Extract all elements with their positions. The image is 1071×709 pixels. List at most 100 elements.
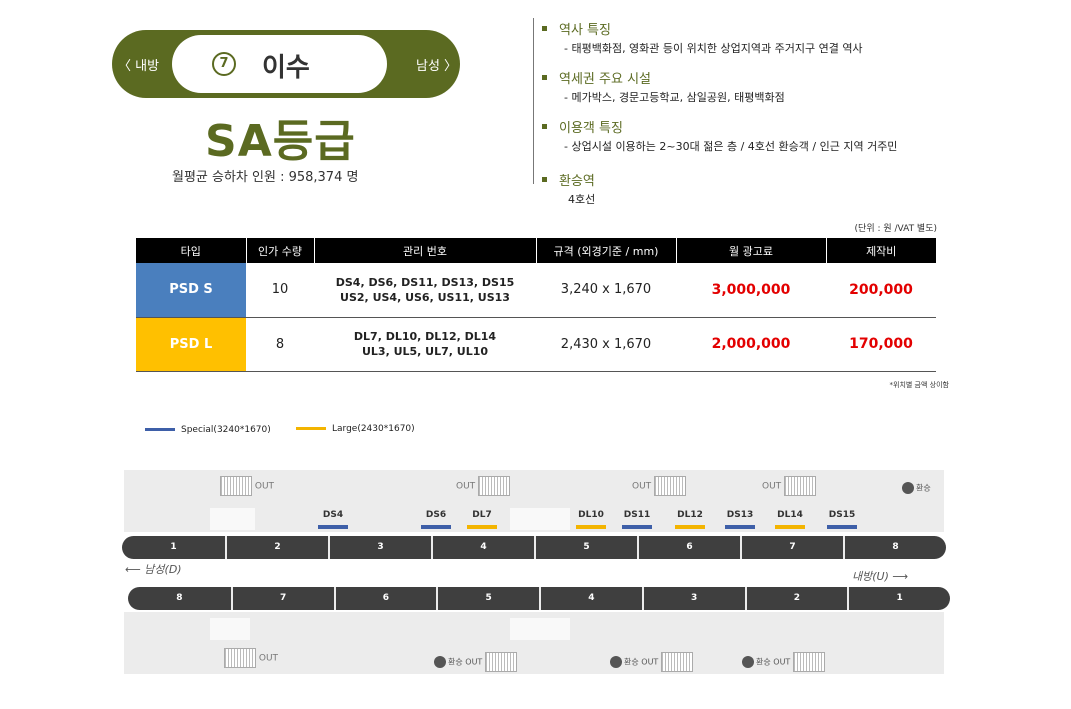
prev-station: 〈 내방 xyxy=(118,59,160,74)
col-header: 월 광고료 xyxy=(675,238,826,263)
ad-marker xyxy=(775,525,805,529)
ad-label: DS13 xyxy=(726,510,754,520)
size-cell: 2,430 x 1,670 xyxy=(536,317,676,372)
transfer-exit-sign: 환승 OUT xyxy=(742,652,825,672)
ad-label: DL10 xyxy=(578,510,604,520)
escalator-icon xyxy=(220,476,252,496)
size-cell: 3,240 x 1,670 xyxy=(536,263,676,318)
direction-down: ⟵ 남성(D) xyxy=(125,563,182,576)
column-block xyxy=(210,508,255,530)
platform-lower: OUT 환승 OUT 환승 OUT 환승 OUT xyxy=(124,612,944,674)
ad-marker xyxy=(467,525,497,529)
info-text: - 상업시설 이용하는 2~30대 젊은 층 / 4호선 환승객 / 인근 지역… xyxy=(564,140,898,153)
exit-sign: OUT xyxy=(224,648,278,668)
mgmt-cell: DL7, DL10, DL12, DL14 UL3, UL5, UL7, UL10 xyxy=(314,317,536,372)
escalator-icon xyxy=(478,476,511,496)
train-car: 7 xyxy=(230,587,334,610)
train-car: 7 xyxy=(740,536,843,559)
escalator-icon xyxy=(784,476,817,496)
ad-label: DS11 xyxy=(623,510,651,520)
col-header: 관리 번호 xyxy=(313,238,536,263)
transfer-icon xyxy=(610,656,622,668)
train-car: 1 xyxy=(847,587,950,610)
train-car: 4 xyxy=(539,587,642,610)
info-title: 환승역 xyxy=(542,170,952,189)
info-title: 역사 특징 xyxy=(542,19,952,38)
footnote: *위치별 금액 상이함 xyxy=(889,381,949,389)
train-car: 4 xyxy=(431,536,534,559)
table-row: PSD L 8 DL7, DL10, DL12, DL14 UL3, UL5, U… xyxy=(136,317,936,372)
info-title: 역세권 주요 시설 xyxy=(542,68,952,87)
col-header: 인가 수량 xyxy=(245,238,314,263)
fee-cell: 3,000,000 xyxy=(676,263,826,318)
transfer-icon xyxy=(434,656,446,668)
train-car: 2 xyxy=(225,536,328,559)
cost-cell: 170,000 xyxy=(826,317,936,372)
info-text: - 메가박스, 경문고등학교, 삼일공원, 태평백화점 xyxy=(564,91,785,104)
train-car: 6 xyxy=(637,536,740,559)
ad-label: DS4 xyxy=(322,510,344,520)
cost-cell: 200,000 xyxy=(826,263,936,318)
line-number-icon: 7 xyxy=(212,52,236,76)
qty-cell: 8 xyxy=(246,317,314,372)
monthly-passengers: 월평균 승하차 인원 : 958,374 명 xyxy=(172,170,359,185)
ad-label: DS6 xyxy=(425,510,447,520)
train-car: 3 xyxy=(641,587,745,610)
escalator-icon xyxy=(792,652,825,672)
train-car: 6 xyxy=(333,587,437,610)
ad-marker xyxy=(675,525,705,529)
train-car: 8 xyxy=(843,536,946,559)
legend-special: Special(3240*1670) xyxy=(145,425,271,435)
col-header: 타입 xyxy=(136,238,246,263)
train-car: 1 xyxy=(170,542,177,552)
fee-cell: 2,000,000 xyxy=(676,317,826,372)
ad-label: DL12 xyxy=(677,510,703,520)
unit-note: (단위 : 원 /VAT 별도) xyxy=(854,224,937,234)
ad-label: DL7 xyxy=(472,510,492,520)
transfer-sign: 환승 xyxy=(902,482,931,494)
direction-up: 내방(U) ⟶ xyxy=(852,570,909,583)
exit-sign: OUT xyxy=(762,476,817,496)
train-track-lower: 8 7654321 xyxy=(128,587,950,610)
info-title: 이용객 특징 xyxy=(542,117,952,136)
column-block xyxy=(510,508,570,530)
train-track-upper: 1 2345678 xyxy=(122,536,946,559)
transfer-icon xyxy=(902,482,914,494)
train-car: 8 xyxy=(176,593,183,603)
col-header: 제작비 xyxy=(825,238,936,263)
table-row: PSD S 10 DS4, DS6, DS11, DS13, DS15 US2, … xyxy=(136,263,936,318)
platform-upper: OUT OUT OUT OUT 환승 xyxy=(124,470,944,532)
transfer-exit-sign: 환승 OUT xyxy=(610,652,693,672)
train-car: 3 xyxy=(328,536,431,559)
exit-sign: OUT xyxy=(220,476,274,496)
ad-marker xyxy=(827,525,857,529)
info-text: 4호선 xyxy=(568,193,596,206)
ad-marker xyxy=(421,525,451,529)
transfer-exit-sign: 환승 OUT xyxy=(434,652,517,672)
station-info: 역사 특징 - 태평백화점, 영화관 등이 위치한 상업지역과 주거지구 연결 … xyxy=(542,19,952,207)
station-name: 이수 xyxy=(262,53,310,83)
exit-sign: OUT xyxy=(632,476,687,496)
price-table: 타입 인가 수량 관리 번호 규격 (외경기준 / mm) 월 광고료 제작비 … xyxy=(136,238,936,372)
divider xyxy=(533,18,534,184)
ad-marker xyxy=(318,525,348,529)
column-block xyxy=(510,618,570,640)
train-car: 5 xyxy=(534,536,637,559)
train-car: 5 xyxy=(436,587,539,610)
ad-marker xyxy=(622,525,652,529)
escalator-icon xyxy=(224,648,256,668)
transfer-icon xyxy=(742,656,754,668)
legend-large: Large(2430*1670) xyxy=(296,424,415,434)
ad-label: DL14 xyxy=(777,510,803,520)
mgmt-cell: DS4, DS6, DS11, DS13, DS15 US2, US4, US6,… xyxy=(314,263,536,318)
type-cell: PSD L xyxy=(136,317,246,372)
station-grade: SA등급 xyxy=(205,116,356,167)
next-station: 남성 〉 xyxy=(416,59,458,74)
exit-sign: OUT xyxy=(456,476,511,496)
ad-label: DS15 xyxy=(828,510,856,520)
col-header: 규격 (외경기준 / mm) xyxy=(535,238,676,263)
train-car: 2 xyxy=(744,587,848,610)
escalator-icon xyxy=(660,652,693,672)
info-text: - 태평백화점, 영화관 등이 위치한 상업지역과 주거지구 연결 역사 xyxy=(564,42,863,55)
column-block xyxy=(210,618,250,640)
